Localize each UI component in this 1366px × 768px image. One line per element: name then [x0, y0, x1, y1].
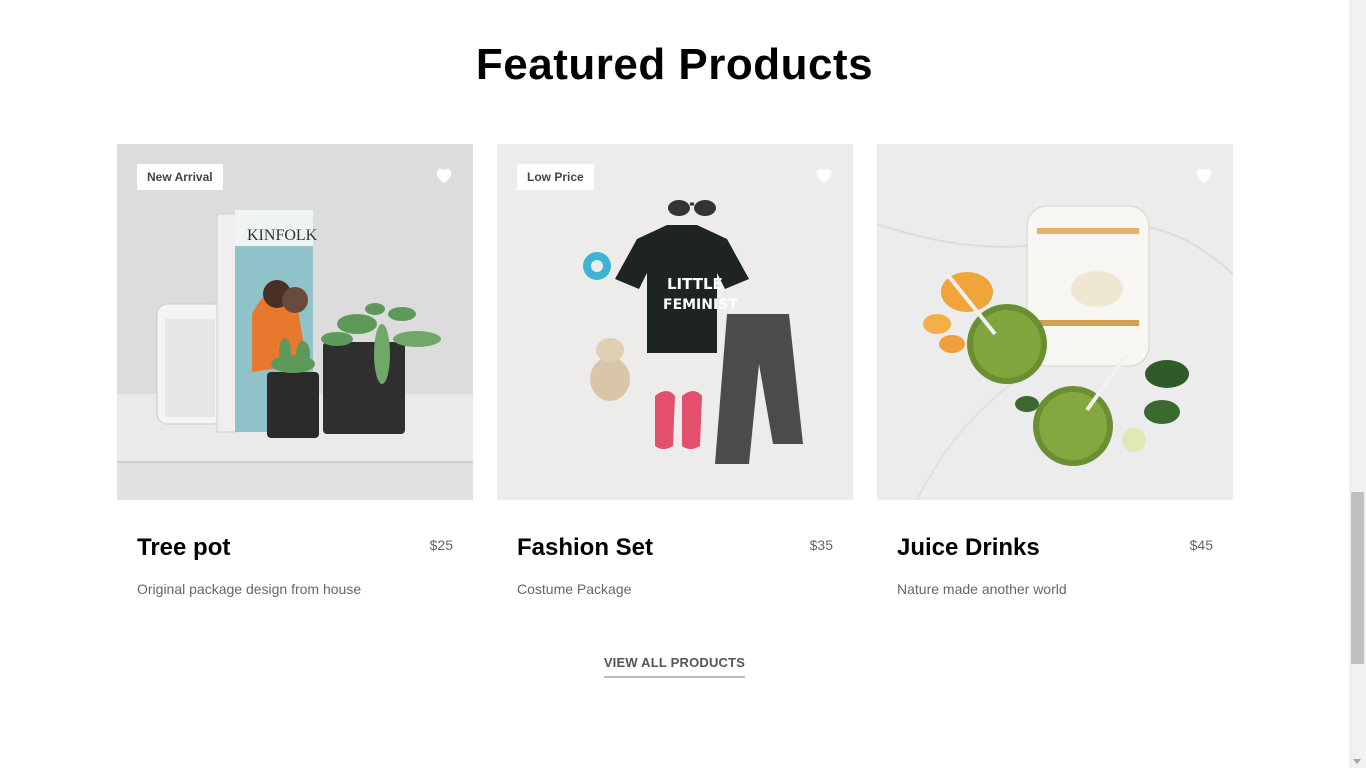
featured-products-section: Featured Products KINFOLK New Arrival Tr… [0, 0, 1349, 768]
product-image-fashion-set[interactable]: LITTLE FEMINIST Low Price [497, 144, 853, 500]
scroll-down-arrow-icon[interactable] [1353, 759, 1361, 764]
product-info: Juice Drinks $45 Nature made another wor… [877, 500, 1233, 610]
product-description: Costume Package [517, 581, 632, 597]
product-badge: Low Price [517, 164, 594, 190]
product-price: $25 [429, 537, 453, 553]
svg-text:LITTLE: LITTLE [667, 275, 723, 293]
product-card[interactable]: LITTLE FEMINIST Low Price Fashion Set $3… [497, 144, 853, 610]
svg-text:FEMINIST: FEMINIST [663, 297, 738, 313]
product-card[interactable]: KINFOLK New Arrival Tree pot $25 Origina… [117, 144, 473, 610]
product-image-juice-drinks[interactable] [877, 144, 1233, 500]
product-card[interactable]: Juice Drinks $45 Nature made another wor… [877, 144, 1233, 610]
heart-icon[interactable] [1193, 164, 1215, 186]
green-smoothie-image [877, 144, 1233, 500]
product-info: Fashion Set $35 Costume Package [497, 500, 853, 610]
scrollbar-thumb[interactable] [1351, 492, 1364, 664]
product-name[interactable]: Fashion Set [517, 534, 653, 562]
heart-icon[interactable] [813, 164, 835, 186]
product-price: $45 [1189, 537, 1213, 553]
product-info: Tree pot $25 Original package design fro… [117, 500, 473, 610]
section-title: Featured Products [475, 40, 874, 89]
vertical-scrollbar[interactable] [1349, 0, 1366, 768]
product-name[interactable]: Juice Drinks [897, 534, 1040, 562]
product-price: $35 [809, 537, 833, 553]
product-badge: New Arrival [137, 164, 223, 190]
product-description: Nature made another world [897, 581, 1067, 597]
heart-icon[interactable] [433, 164, 455, 186]
product-description: Original package design from house [137, 581, 362, 597]
view-all-container: VIEW ALL PRODUCTS [0, 654, 1349, 678]
product-image-tree-pot[interactable]: KINFOLK New Arrival [117, 144, 473, 500]
svg-text:KINFOLK: KINFOLK [247, 227, 318, 244]
kids-outfit-image: LITTLE FEMINIST [497, 144, 853, 500]
view-all-products-link[interactable]: VIEW ALL PRODUCTS [603, 655, 746, 678]
product-name[interactable]: Tree pot [137, 534, 230, 562]
plant-shelf-image: KINFOLK [117, 144, 473, 500]
